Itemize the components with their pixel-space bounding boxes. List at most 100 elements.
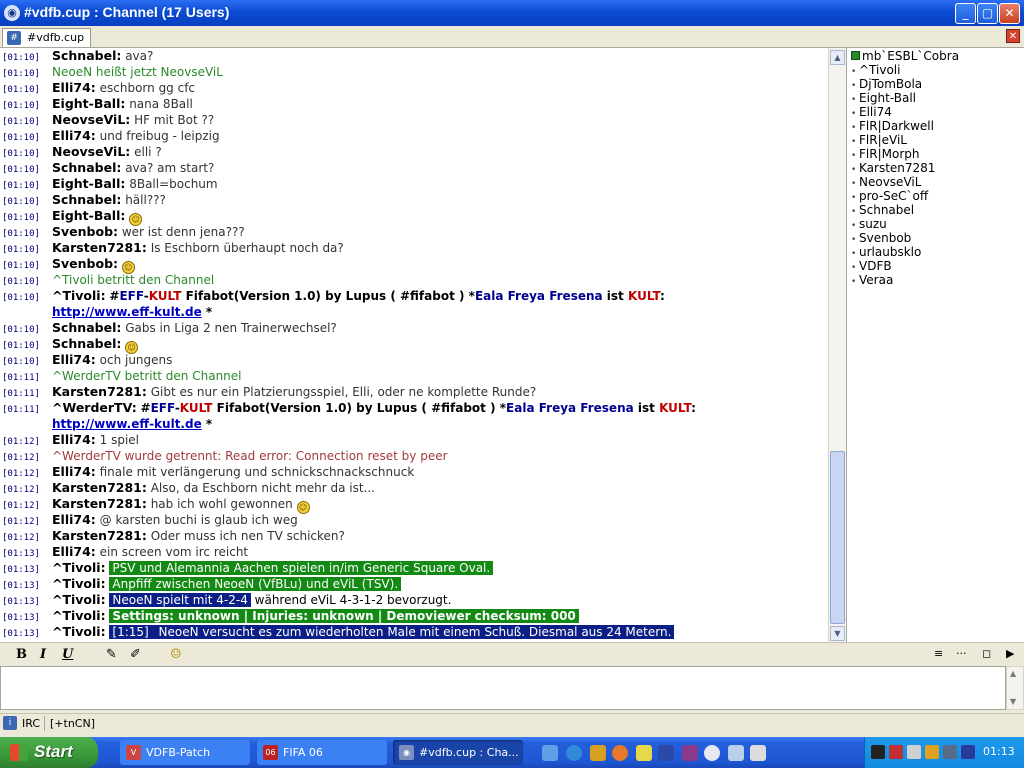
- nick[interactable]: Karsten7281:: [52, 384, 147, 399]
- message-text: 8Ball=bochum: [129, 177, 218, 191]
- nick[interactable]: ^Tivoli:: [52, 560, 106, 575]
- nicklist-item[interactable]: • Schnabel: [847, 203, 1024, 217]
- nick[interactable]: ^Tivoli:: [52, 288, 106, 303]
- nick[interactable]: Schnabel:: [52, 192, 121, 207]
- underline-button[interactable]: U: [62, 647, 73, 662]
- nicklist-item[interactable]: • Eight-Ball: [847, 91, 1024, 105]
- scroll-up-icon[interactable]: ▲: [830, 50, 845, 65]
- quicklaunch-file-icon[interactable]: [728, 745, 744, 761]
- nick[interactable]: Karsten7281:: [52, 240, 147, 255]
- input-scroll-up-icon[interactable]: ▲: [1010, 669, 1016, 678]
- taskbar-item-mirc[interactable]: ◉ #vdfb.cup : Cha...: [393, 740, 523, 765]
- start-button[interactable]: Start: [0, 737, 98, 768]
- quicklaunch-word-icon[interactable]: [658, 745, 674, 761]
- nick-list[interactable]: mb`ESBL`Cobra • ^Tivoli • DjTomBola • Eight-Ba…: [846, 48, 1024, 643]
- nick[interactable]: Karsten7281:: [52, 496, 147, 511]
- window-box-icon[interactable]: ◻: [982, 647, 991, 660]
- nick[interactable]: Eight-Ball:: [52, 208, 125, 223]
- input-scroll-down-icon[interactable]: ▼: [1010, 697, 1016, 706]
- close-tab-icon[interactable]: ✕: [1006, 29, 1020, 43]
- quicklaunch-player-icon[interactable]: [704, 745, 720, 761]
- tray-app-icon[interactable]: [889, 745, 903, 759]
- tray-volume-icon[interactable]: [943, 745, 957, 759]
- text-color-icon[interactable]: ✎: [106, 647, 117, 662]
- message-input[interactable]: [0, 666, 1006, 710]
- eff-kult-link[interactable]: http://www.eff-kult.de: [52, 305, 202, 319]
- nicklist-item[interactable]: • Veraa: [847, 273, 1024, 287]
- taskbar-item-vdfb-patch[interactable]: V VDFB-Patch: [120, 740, 250, 765]
- quicklaunch-window-icon[interactable]: [750, 745, 766, 761]
- message-area[interactable]: [01:10] Schnabel: ava? [01:10] NeoeN heißt …: [0, 48, 828, 642]
- nick[interactable]: Schnabel:: [52, 336, 121, 351]
- italic-button[interactable]: I: [40, 647, 46, 662]
- nicklist-item[interactable]: • urlaubsklo: [847, 245, 1024, 259]
- nick[interactable]: ^Tivoli:: [52, 576, 106, 591]
- taskbar-item-fifa[interactable]: 06 FIFA 06: [257, 740, 387, 765]
- nick[interactable]: Elli74:: [52, 352, 96, 367]
- nick[interactable]: Karsten7281:: [52, 528, 147, 543]
- eff-kult-link[interactable]: http://www.eff-kult.de: [52, 417, 202, 431]
- nicklist-item[interactable]: • Svenbob: [847, 231, 1024, 245]
- nicklist-item[interactable]: • VDFB: [847, 259, 1024, 273]
- nick[interactable]: Svenbob:: [52, 224, 118, 239]
- nicklist-item[interactable]: • FlR|Darkwell: [847, 119, 1024, 133]
- nick[interactable]: Elli74:: [52, 432, 96, 447]
- nicklist-item[interactable]: • Karsten7281: [847, 161, 1024, 175]
- tray-shield-icon[interactable]: [961, 745, 975, 759]
- tray-network-icon[interactable]: [907, 745, 921, 759]
- tab-label: #vdfb.cup: [27, 31, 85, 44]
- nick[interactable]: ^WerderTV:: [52, 400, 137, 415]
- list-icon[interactable]: ≡: [934, 647, 943, 660]
- nick[interactable]: ^Tivoli:: [52, 592, 106, 607]
- tray-security-icon[interactable]: [925, 745, 939, 759]
- nick[interactable]: NeovseViL:: [52, 112, 130, 127]
- quicklaunch-crown-icon[interactable]: [590, 745, 606, 761]
- nick[interactable]: Elli74:: [52, 464, 96, 479]
- quicklaunch-globe-icon[interactable]: [566, 745, 582, 761]
- nick[interactable]: Schnabel:: [52, 48, 121, 63]
- nicklist-item[interactable]: mb`ESBL`Cobra: [847, 49, 1024, 63]
- nick[interactable]: Svenbob:: [52, 256, 118, 271]
- input-scrollbar[interactable]: ▲ ▼: [1006, 666, 1024, 710]
- nicklist-item[interactable]: • suzu: [847, 217, 1024, 231]
- tab-channel[interactable]: # #vdfb.cup: [2, 28, 92, 47]
- chat-message: [01:10] Eight-Ball: ☺: [0, 208, 828, 226]
- quicklaunch-settings-icon[interactable]: [542, 745, 558, 761]
- nicklist-item[interactable]: • FlR|Morph: [847, 147, 1024, 161]
- maximize-button[interactable]: ▢: [977, 3, 998, 24]
- nick[interactable]: Schnabel:: [52, 320, 121, 335]
- bold-button[interactable]: B: [16, 647, 27, 662]
- nicklist-item[interactable]: • Elli74: [847, 105, 1024, 119]
- minimize-button[interactable]: _: [955, 3, 976, 24]
- quicklaunch-media-icon[interactable]: [682, 745, 698, 761]
- nicklist-item[interactable]: • FlR|eViL: [847, 133, 1024, 147]
- chat-message: [01:10] Svenbob: wer ist denn jena???: [0, 224, 828, 240]
- nick[interactable]: Schnabel:: [52, 160, 121, 175]
- nick[interactable]: Elli74:: [52, 80, 96, 95]
- nicklist-item[interactable]: • NeovseViL: [847, 175, 1024, 189]
- nick[interactable]: Eight-Ball:: [52, 176, 125, 191]
- nick[interactable]: ^Tivoli:: [52, 608, 106, 623]
- quicklaunch-app-icon[interactable]: [636, 745, 652, 761]
- nicklist-item[interactable]: • ^Tivoli: [847, 63, 1024, 77]
- more-icon[interactable]: ···: [956, 647, 967, 660]
- nick[interactable]: Elli74:: [52, 544, 96, 559]
- nick[interactable]: Elli74:: [52, 128, 96, 143]
- nick[interactable]: Karsten7281:: [52, 480, 147, 495]
- quicklaunch-firefox-icon[interactable]: [612, 745, 628, 761]
- mirc-icon[interactable]: ◉: [4, 5, 20, 21]
- message-scrollbar[interactable]: ▲ ▼: [828, 48, 846, 642]
- scroll-thumb[interactable]: [830, 451, 845, 624]
- next-icon[interactable]: ▶: [1006, 647, 1014, 660]
- nick[interactable]: Eight-Ball:: [52, 96, 125, 111]
- nick[interactable]: ^Tivoli:: [52, 624, 106, 639]
- nicklist-item[interactable]: • pro-SeC`off: [847, 189, 1024, 203]
- close-button[interactable]: ✕: [999, 3, 1020, 24]
- nick[interactable]: Elli74:: [52, 512, 96, 527]
- nick[interactable]: NeovseViL:: [52, 144, 130, 159]
- background-color-icon[interactable]: ✐: [130, 647, 141, 662]
- scroll-down-icon[interactable]: ▼: [830, 626, 845, 641]
- emoticon-icon[interactable]: ☺: [170, 647, 182, 662]
- nicklist-item[interactable]: • DjTomBola: [847, 77, 1024, 91]
- tray-eye-icon[interactable]: [871, 745, 885, 759]
